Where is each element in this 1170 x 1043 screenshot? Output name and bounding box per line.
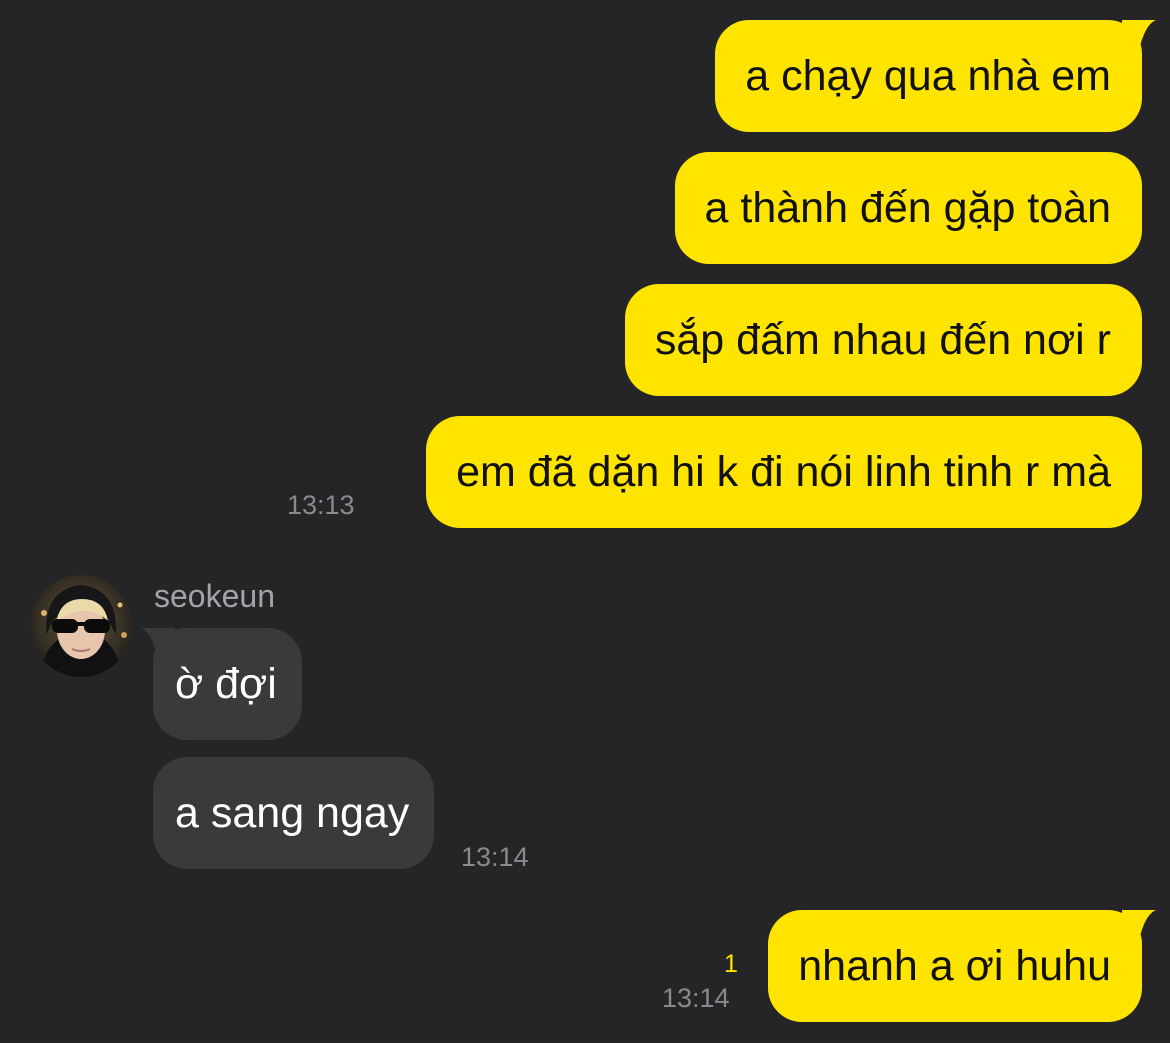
message-timestamp: 13:14 bbox=[662, 983, 730, 1013]
sent-message-bubble[interactable]: em đã dặn hi k đi nói linh tinh r mà bbox=[426, 416, 1142, 528]
received-message-bubble[interactable]: a sang ngay bbox=[153, 757, 435, 869]
sent-message-bubble[interactable]: sắp đấm nhau đến nơi r bbox=[624, 284, 1142, 396]
message-text: nhanh a ơi huhu bbox=[798, 941, 1111, 990]
avatar[interactable] bbox=[30, 575, 132, 677]
sender-name: seokeun bbox=[154, 578, 275, 614]
sent-message-bubble[interactable]: nhanh a ơi huhu bbox=[768, 910, 1156, 1022]
received-message-bubble[interactable]: ờ đợi bbox=[141, 628, 302, 740]
sent-message-bubble[interactable]: a chạy qua nhà em bbox=[715, 20, 1156, 132]
message-text: a chạy qua nhà em bbox=[745, 51, 1111, 100]
chat-conversation: a chạy qua nhà em a thành đến gặp toàn s… bbox=[0, 0, 1170, 1043]
message-timestamp: 13:14 bbox=[461, 842, 529, 872]
unread-count: 1 bbox=[724, 950, 738, 978]
message-timestamp: 13:13 bbox=[287, 490, 355, 520]
bubble-tail-icon bbox=[1122, 910, 1156, 936]
message-text: a sang ngay bbox=[175, 788, 410, 837]
avatar-image bbox=[30, 575, 132, 677]
sent-message-bubble[interactable]: a thành đến gặp toàn bbox=[674, 152, 1142, 264]
message-text: sắp đấm nhau đến nơi r bbox=[654, 315, 1111, 364]
message-text: a thành đến gặp toàn bbox=[704, 183, 1111, 232]
message-text: ờ đợi bbox=[175, 659, 277, 708]
bubble-tail-icon bbox=[1122, 20, 1156, 46]
bubble-tail-icon bbox=[141, 628, 175, 654]
message-text: em đã dặn hi k đi nói linh tinh r mà bbox=[456, 447, 1111, 496]
